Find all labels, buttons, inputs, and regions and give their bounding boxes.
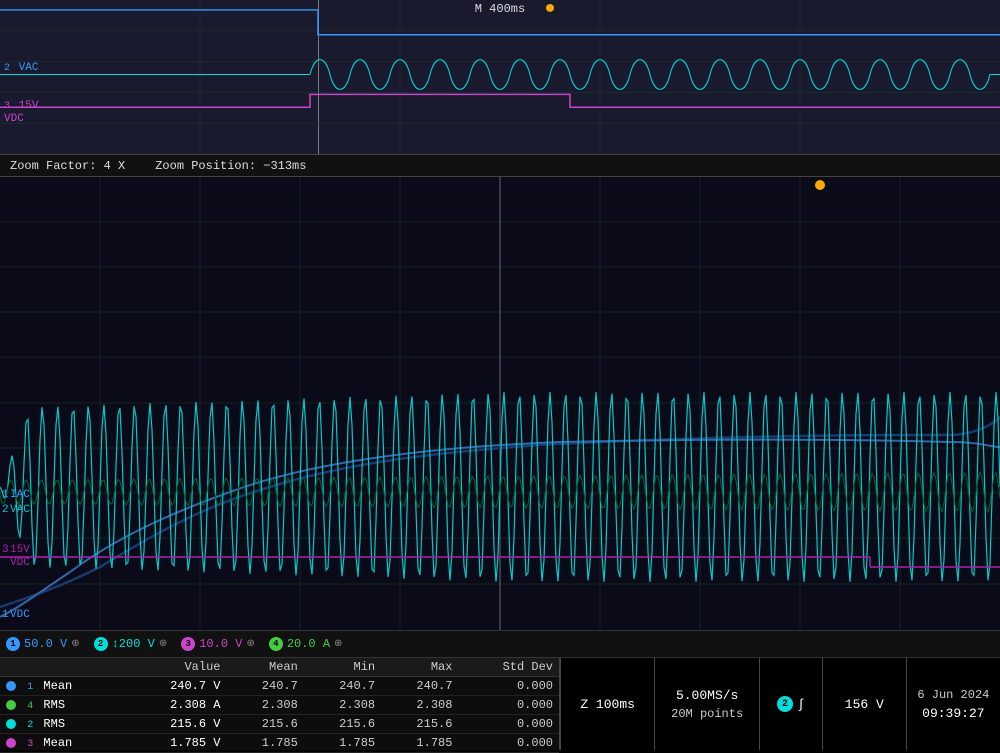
meas-label: Mean (43, 679, 72, 693)
svg-text:VDC: VDC (10, 557, 30, 569)
ch2-badge: 2 (777, 696, 793, 712)
right-info-panel: Z 100ms 5.00MS/s 20M points 2 ∫ 156 V 6 … (560, 658, 1000, 750)
channel-2-pill[interactable]: 2 ↕200 V ⊕ (94, 637, 168, 651)
svg-text:15V: 15V (10, 544, 30, 556)
ch2-icon: ⊕ (159, 638, 167, 650)
time-display: 09:39:27 (922, 706, 984, 721)
meas-label: RMS (43, 698, 65, 712)
time-div-box: Z 100ms (560, 658, 654, 750)
meas-max: 215.6 (381, 715, 458, 734)
channel-3-pill[interactable]: 3 10.0 V ⊕ (181, 637, 255, 651)
meas-ch-dot (6, 700, 16, 710)
sample-rate: 5.00MS/s (676, 688, 738, 703)
meas-ch-dot (6, 738, 16, 748)
col-header-value: Value (126, 658, 227, 677)
svg-text:2: 2 (2, 504, 9, 516)
meas-min: 240.7 (304, 677, 381, 696)
sample-rate-box: 5.00MS/s 20M points (654, 658, 759, 750)
meas-ch-num: 4 (27, 701, 33, 712)
meas-label-cell: 1 Mean (0, 677, 126, 696)
freq-value: 156 V (845, 697, 884, 712)
channel-4-pill[interactable]: 4 20.0 A ⊕ (269, 637, 343, 651)
meas-stddev: 0.000 (458, 696, 559, 715)
svg-text:1: 1 (2, 609, 9, 621)
meas-min: 2.308 (304, 696, 381, 715)
meas-value: 240.7 V (126, 677, 227, 696)
ch2-circle: 2 (94, 637, 108, 651)
svg-text:1: 1 (2, 489, 9, 501)
zoom-factor: Zoom Factor: 4 X (10, 159, 125, 173)
meas-ch-dot (6, 719, 16, 729)
col-header-label (0, 658, 126, 677)
overview-strip: M 400ms 2 VAC 3 15V VDC (0, 0, 1000, 155)
meas-mean: 215.6 (227, 715, 304, 734)
channel-toolbar: 1 50.0 V ⊕ 2 ↕200 V ⊕ 3 10.0 V ⊕ 4 20.0 … (0, 630, 1000, 658)
measurement-row: 1 Mean 240.7 V 240.7 240.7 240.7 0.000 (0, 677, 559, 696)
ch3-circle: 3 (181, 637, 195, 651)
measurement-row: 2 RMS 215.6 V 215.6 215.6 215.6 0.000 (0, 715, 559, 734)
measurements-table: Value Mean Min Max Std Dev 1 Mean 240.7 … (0, 658, 559, 753)
measurements-panel: Value Mean Min Max Std Dev 1 Mean 240.7 … (0, 658, 560, 750)
ch2-mode-box: 2 ∫ (759, 658, 822, 750)
meas-mean: 240.7 (227, 677, 304, 696)
date-display: 6 Jun 2024 (917, 688, 989, 702)
meas-min: 215.6 (304, 715, 381, 734)
ch2-value: ↕200 V (112, 637, 155, 651)
meas-max: 240.7 (381, 677, 458, 696)
ch1-value: 50.0 V (24, 637, 67, 651)
ch3-icon: ⊕ (246, 638, 254, 650)
sample-points: 20M points (671, 707, 743, 721)
meas-mean: 2.308 (227, 696, 304, 715)
meas-stddev: 0.000 (458, 715, 559, 734)
meas-ch-num: 1 (27, 682, 33, 693)
channel-1-pill[interactable]: 1 50.0 V ⊕ (6, 637, 80, 651)
svg-text:VAC: VAC (10, 504, 30, 516)
svg-text:IAC: IAC (10, 489, 30, 501)
timestamp-box: 6 Jun 2024 09:39:27 (906, 658, 1000, 750)
zoom-info-bar: Zoom Factor: 4 X Zoom Position: −313ms (0, 155, 1000, 177)
col-header-min: Min (304, 658, 381, 677)
svg-text:3: 3 (2, 544, 9, 556)
meas-label: RMS (43, 717, 65, 731)
meas-label-cell: 4 RMS (0, 696, 126, 715)
meas-label-cell: 2 RMS (0, 715, 126, 734)
meas-ch-dot (6, 681, 16, 691)
meas-ch-num: 2 (27, 720, 33, 731)
ch4-circle: 4 (269, 637, 283, 651)
zoom-position: Zoom Position: −313ms (155, 159, 306, 173)
meas-ch-num: 3 (27, 739, 33, 750)
ch1-icon: ⊕ (71, 638, 79, 650)
col-header-max: Max (381, 658, 458, 677)
main-grid-svg: 1 IAC 2 VAC 3 15V VDC 1 VDC (0, 177, 1000, 630)
overview-waveform-svg (0, 0, 1000, 154)
meas-stddev: 0.000 (458, 677, 559, 696)
ch4-value: 20.0 A (287, 637, 330, 651)
ch4-icon: ⊕ (334, 638, 342, 650)
col-header-stddev: Std Dev (458, 658, 559, 677)
ch1-circle: 1 (6, 637, 20, 651)
measurements-body: 1 Mean 240.7 V 240.7 240.7 240.7 0.000 4… (0, 677, 559, 753)
main-scope-view: 1 IAC 2 VAC 3 15V VDC 1 VDC (0, 177, 1000, 630)
freq-box: 156 V (822, 658, 906, 750)
svg-text:VDC: VDC (10, 609, 30, 621)
meas-label: Mean (43, 736, 72, 750)
ch3-value: 10.0 V (199, 637, 242, 651)
measurement-row: 4 RMS 2.308 A 2.308 2.308 2.308 0.000 (0, 696, 559, 715)
col-header-mean: Mean (227, 658, 304, 677)
meas-value: 215.6 V (126, 715, 227, 734)
meas-max: 2.308 (381, 696, 458, 715)
z-time-div: Z 100ms (580, 697, 635, 712)
meas-value: 2.308 A (126, 696, 227, 715)
integral-icon: ∫ (797, 697, 805, 712)
